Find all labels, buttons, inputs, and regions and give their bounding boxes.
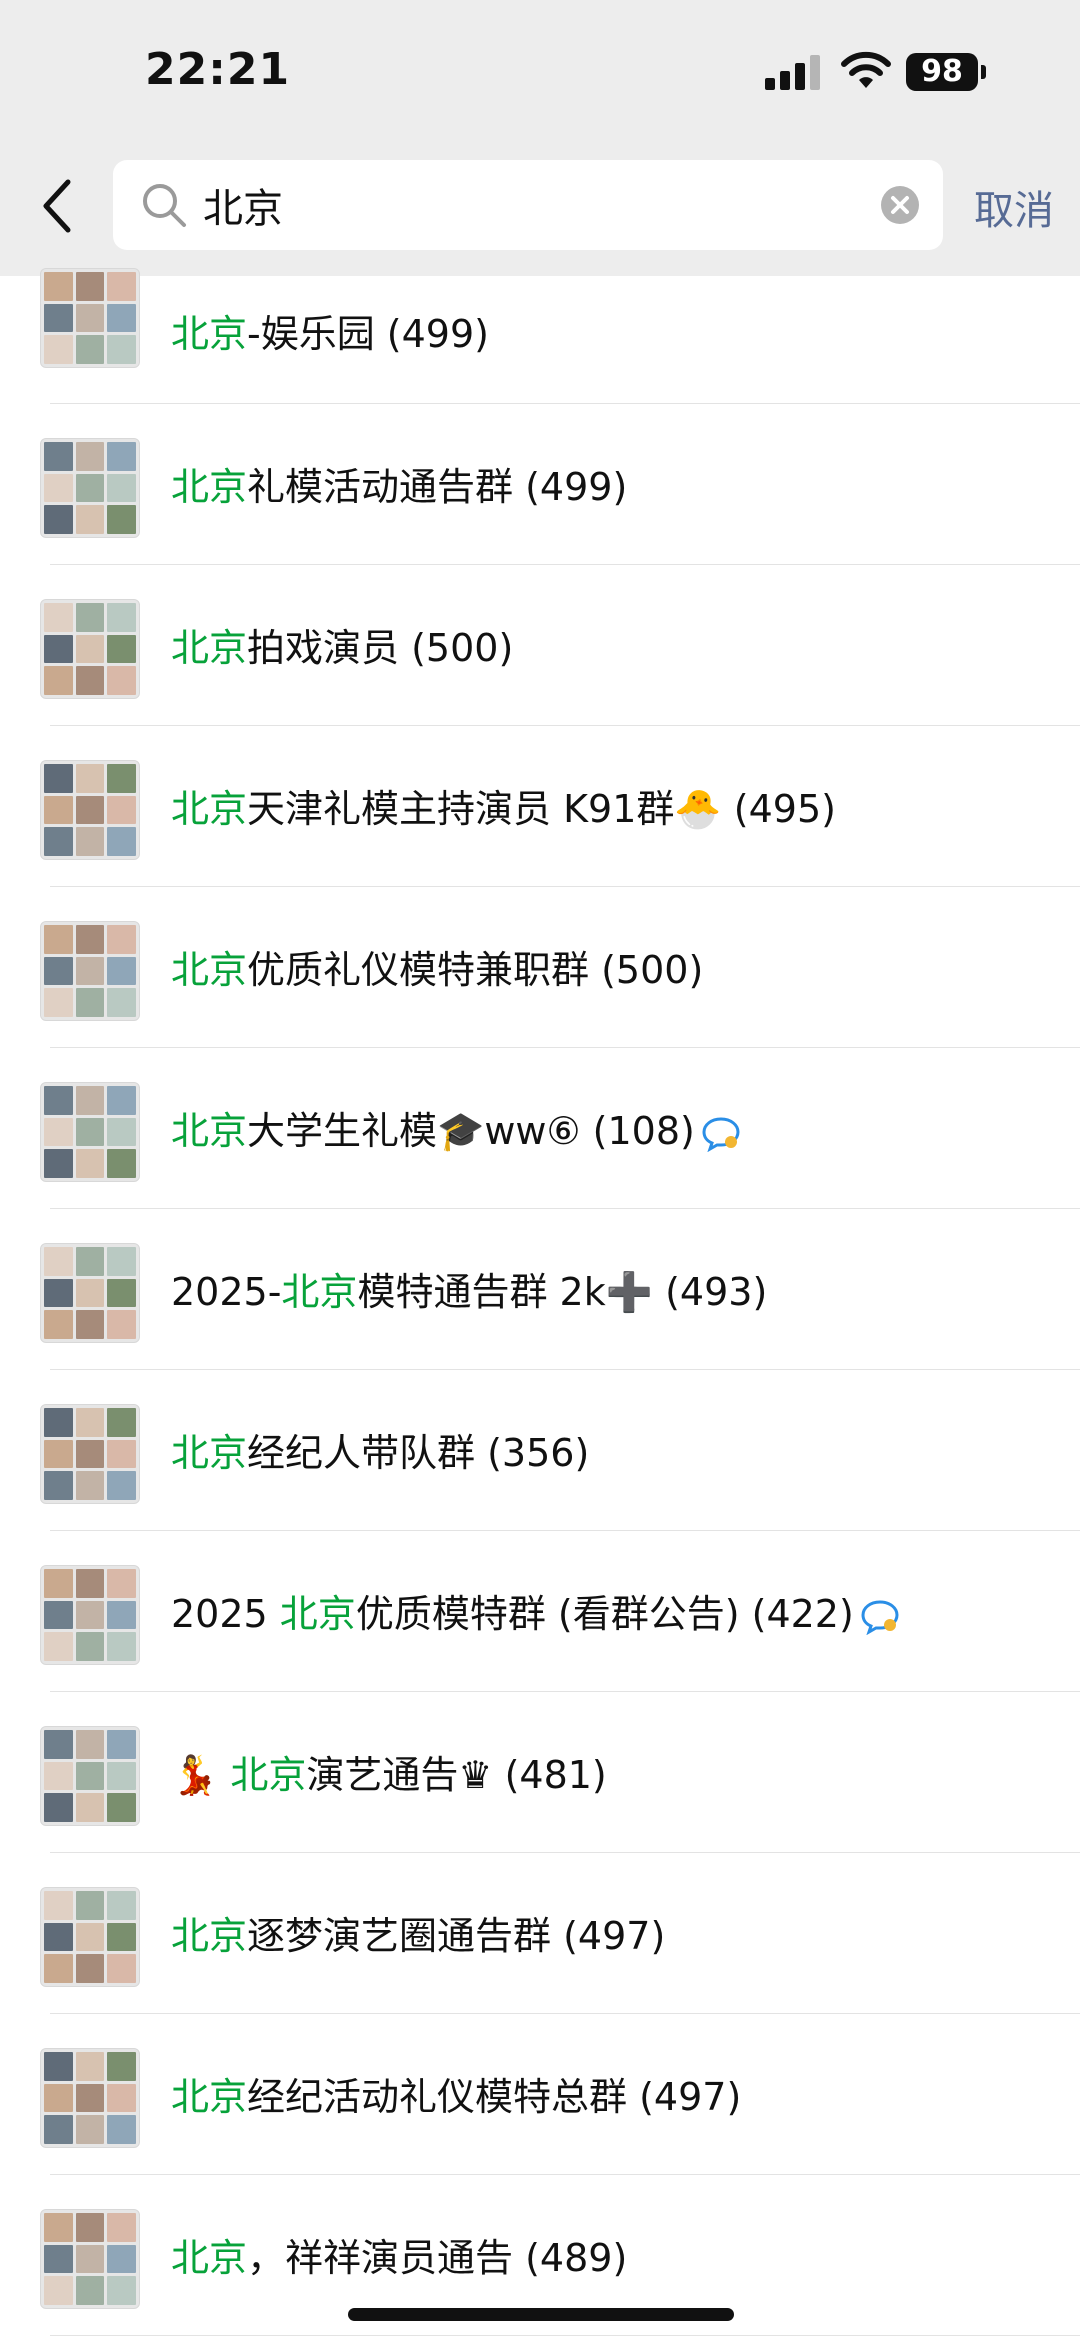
group-name: 北京优质礼仪模特兼职群 (500)	[171, 939, 703, 994]
clear-search-button[interactable]	[881, 186, 919, 224]
status-time: 22:21	[145, 44, 291, 95]
group-name-suffix: 经纪活动礼仪模特总群 (497)	[247, 2075, 742, 2119]
group-name: 2025 北京优质模特群 (看群公告) (422)	[171, 1583, 900, 1638]
group-result-row[interactable]: 北京礼模活动通告群 (499)	[0, 404, 1080, 565]
group-name-suffix: 逐梦演艺圈通告群 (497)	[247, 1914, 666, 1958]
group-result-row[interactable]: 北京-娱乐园 (499)	[0, 268, 1080, 404]
group-name-suffix: 优质模特群 (看群公告) (422)	[355, 1592, 854, 1636]
group-name-suffix: -娱乐园 (499)	[247, 312, 489, 356]
group-name-suffix: 模特通告群 2k➕ (493)	[357, 1270, 768, 1314]
keyword-highlight: 北京	[171, 2075, 248, 2119]
cellular-signal-icon	[765, 55, 821, 90]
row-divider	[50, 2335, 1080, 2336]
group-name-suffix: 经纪人带队群 (356)	[247, 1431, 590, 1475]
keyword-highlight: 北京	[171, 465, 248, 509]
back-arrow-icon[interactable]	[38, 176, 78, 236]
group-avatar	[40, 438, 140, 538]
group-name-prefix: 2025-	[171, 1270, 282, 1314]
group-avatar	[40, 921, 140, 1021]
group-name-suffix: 天津礼模主持演员 K91群🐣 (495)	[247, 787, 836, 831]
group-result-row[interactable]: 北京经纪活动礼仪模特总群 (497)	[0, 2014, 1080, 2175]
keyword-highlight: 北京	[171, 2236, 248, 2280]
group-name-suffix: 优质礼仪模特兼职群 (500)	[247, 948, 704, 992]
search-input[interactable]	[203, 160, 863, 250]
cancel-button[interactable]: 取消	[974, 178, 1054, 236]
group-result-row[interactable]: 北京天津礼模主持演员 K91群🐣 (495)	[0, 726, 1080, 887]
keyword-highlight: 北京	[171, 1914, 248, 1958]
keyword-highlight: 北京	[171, 1431, 248, 1475]
group-name-prefix: 2025	[171, 1592, 280, 1636]
group-avatar	[40, 1082, 140, 1182]
group-name-suffix: 大学生礼模🎓ww⑥ (108)	[247, 1109, 695, 1153]
group-avatar	[40, 599, 140, 699]
search-results-list: 北京-娱乐园 (499) 北京礼模活动通告群 (499) 北京拍戏演员 (500) 北…	[0, 268, 1080, 2336]
group-result-row[interactable]: 北京优质礼仪模特兼职群 (500)	[0, 887, 1080, 1048]
group-name: 2025-北京模特通告群 2k➕ (493)	[171, 1261, 767, 1316]
group-result-row[interactable]: 北京大学生礼模🎓ww⑥ (108)	[0, 1048, 1080, 1209]
group-avatar	[40, 268, 140, 368]
group-avatar	[40, 1243, 140, 1343]
group-name: 北京拍戏演员 (500)	[171, 617, 513, 672]
group-result-row[interactable]: 2025 北京优质模特群 (看群公告) (422)	[0, 1531, 1080, 1692]
keyword-highlight: 北京	[171, 948, 248, 992]
group-result-row[interactable]: 2025-北京模特通告群 2k➕ (493)	[0, 1209, 1080, 1370]
keyword-highlight: 北京	[230, 1753, 307, 1797]
close-icon	[891, 196, 909, 214]
group-result-row[interactable]: 北京逐梦演艺圈通告群 (497)	[0, 1853, 1080, 2014]
group-name: 北京礼模活动通告群 (499)	[171, 456, 627, 511]
group-name: 北京逐梦演艺圈通告群 (497)	[171, 1905, 665, 1960]
group-avatar	[40, 760, 140, 860]
keyword-highlight: 北京	[171, 312, 248, 356]
group-name: 💃 北京演艺通告♛ (481)	[171, 1744, 607, 1799]
battery-indicator: 98	[906, 53, 978, 91]
group-avatar	[40, 2048, 140, 2148]
group-result-row[interactable]: 北京经纪人带队群 (356)	[0, 1370, 1080, 1531]
group-name: 北京经纪活动礼仪模特总群 (497)	[171, 2066, 741, 2121]
search-icon	[143, 184, 186, 227]
wifi-icon	[841, 51, 891, 88]
group-avatar	[40, 1404, 140, 1504]
keyword-highlight: 北京	[171, 1109, 248, 1153]
chat-bubble-icon	[861, 1599, 899, 1635]
keyword-highlight: 北京	[171, 626, 248, 670]
group-name: 北京天津礼模主持演员 K91群🐣 (495)	[171, 778, 836, 833]
group-result-row[interactable]: 💃 北京演艺通告♛ (481)	[0, 1692, 1080, 1853]
group-name-suffix: 礼模活动通告群 (499)	[247, 465, 628, 509]
group-name: 北京，祥祥演员通告 (489)	[171, 2227, 627, 2282]
group-name: 北京-娱乐园 (499)	[171, 303, 489, 358]
keyword-highlight: 北京	[281, 1270, 358, 1314]
group-result-row[interactable]: 北京拍戏演员 (500)	[0, 565, 1080, 726]
group-avatar	[40, 1726, 140, 1826]
group-name: 北京大学生礼模🎓ww⑥ (108)	[171, 1100, 741, 1155]
chat-bubble-icon	[702, 1116, 740, 1152]
home-indicator	[348, 2308, 734, 2321]
keyword-highlight: 北京	[279, 1592, 356, 1636]
battery-tip	[981, 65, 986, 79]
top-bar: 22:21 98 取消	[0, 0, 1080, 276]
search-bar[interactable]	[113, 160, 943, 250]
group-name-suffix: ，祥祥演员通告 (489)	[247, 2236, 628, 2280]
group-name-suffix: 演艺通告♛ (481)	[306, 1753, 607, 1797]
group-avatar	[40, 1565, 140, 1665]
group-name-suffix: 拍戏演员 (500)	[247, 626, 514, 670]
group-name-prefix: 💃	[171, 1753, 231, 1797]
keyword-highlight: 北京	[171, 787, 248, 831]
group-avatar	[40, 1887, 140, 1987]
group-name: 北京经纪人带队群 (356)	[171, 1422, 589, 1477]
group-avatar	[40, 2209, 140, 2309]
